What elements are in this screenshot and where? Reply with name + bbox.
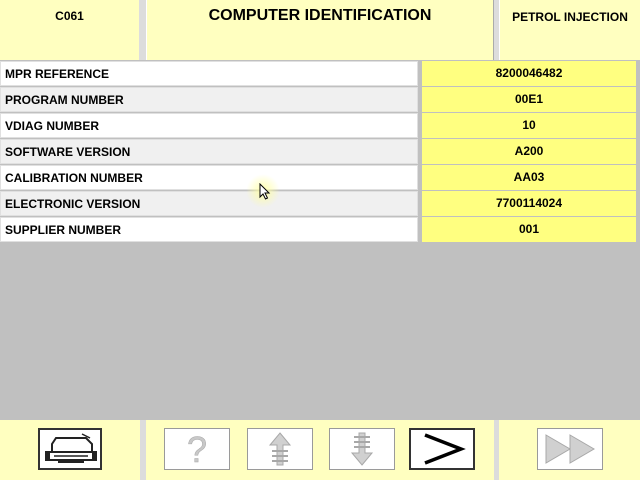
arrow-up-icon bbox=[268, 432, 292, 466]
table-row: SUPPLIER NUMBER 001 bbox=[0, 217, 640, 242]
scroll-up-button[interactable] bbox=[247, 428, 313, 470]
table-row: PROGRAM NUMBER 00E1 bbox=[0, 87, 640, 112]
identification-table: MPR REFERENCE 8200046482 PROGRAM NUMBER … bbox=[0, 61, 640, 243]
fast-forward-button[interactable] bbox=[537, 428, 603, 470]
system-name: PETROL INJECTION bbox=[499, 0, 640, 60]
table-row: CALIBRATION NUMBER AA03 bbox=[0, 165, 640, 190]
row-label: MPR REFERENCE bbox=[0, 61, 418, 86]
row-value: 7700114024 bbox=[422, 191, 636, 216]
row-label: CALIBRATION NUMBER bbox=[0, 165, 418, 190]
row-value: AA03 bbox=[422, 165, 636, 190]
row-label: SOFTWARE VERSION bbox=[0, 139, 418, 164]
row-label: ELECTRONIC VERSION bbox=[0, 191, 418, 216]
help-button[interactable]: ? bbox=[164, 428, 230, 470]
question-mark-icon: ? bbox=[187, 432, 208, 466]
mouse-cursor-icon bbox=[259, 183, 271, 200]
printer-icon bbox=[45, 433, 97, 463]
chevron-right-icon bbox=[424, 433, 466, 465]
row-value: 8200046482 bbox=[422, 61, 636, 86]
row-label: PROGRAM NUMBER bbox=[0, 87, 418, 112]
table-row: MPR REFERENCE 8200046482 bbox=[0, 61, 640, 86]
row-value: 10 bbox=[422, 113, 636, 138]
print-button[interactable] bbox=[38, 428, 102, 470]
table-row: ELECTRONIC VERSION 7700114024 bbox=[0, 191, 640, 216]
ecu-code: C061 bbox=[0, 0, 140, 60]
row-label: VDIAG NUMBER bbox=[0, 113, 418, 138]
arrow-down-icon bbox=[350, 432, 374, 466]
row-value: 001 bbox=[422, 217, 636, 242]
page-title: COMPUTER IDENTIFICATION bbox=[146, 0, 494, 60]
svg-text:?: ? bbox=[187, 432, 207, 466]
table-row: VDIAG NUMBER 10 bbox=[0, 113, 640, 138]
row-value: A200 bbox=[422, 139, 636, 164]
row-label: SUPPLIER NUMBER bbox=[0, 217, 418, 242]
scroll-down-button[interactable] bbox=[329, 428, 395, 470]
next-button[interactable] bbox=[409, 428, 475, 470]
table-row: SOFTWARE VERSION A200 bbox=[0, 139, 640, 164]
row-value: 00E1 bbox=[422, 87, 636, 112]
fast-forward-icon bbox=[545, 434, 595, 464]
